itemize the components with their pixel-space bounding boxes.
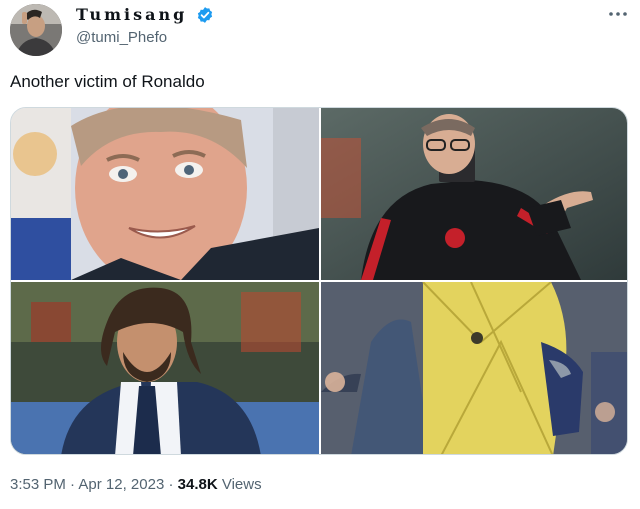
tweet-card[interactable]: Tumisang @tumi_Phefo Another victim of R… xyxy=(0,0,640,509)
photo-smiling-coach-navy-jacket[interactable] xyxy=(11,108,319,280)
verified-badge-icon xyxy=(196,6,214,24)
tweet-time[interactable]: 3:53 PM xyxy=(10,476,66,493)
media-grid xyxy=(10,107,628,455)
photo-bearded-man-suit[interactable] xyxy=(11,282,319,454)
more-dots-icon[interactable] xyxy=(606,6,630,22)
avatar[interactable] xyxy=(10,4,62,56)
tweet-date[interactable]: Apr 12, 2023 xyxy=(78,476,164,493)
meta-separator: · xyxy=(168,476,174,493)
views-count: 34.8K xyxy=(177,476,218,493)
tweet-meta: 3:53 PM · Apr 12, 2023 · 34.8K Views xyxy=(10,476,262,493)
tweet-text: Another victim of Ronaldo xyxy=(10,72,205,91)
photo-man-yellow-training-top[interactable] xyxy=(321,282,627,454)
user-handle[interactable]: @tumi_Phefo xyxy=(76,29,167,46)
display-name[interactable]: Tumisang xyxy=(76,5,187,24)
photo-coach-glasses-pointing[interactable] xyxy=(321,108,627,280)
meta-separator: · xyxy=(70,476,76,493)
views-label: Views xyxy=(221,476,262,493)
